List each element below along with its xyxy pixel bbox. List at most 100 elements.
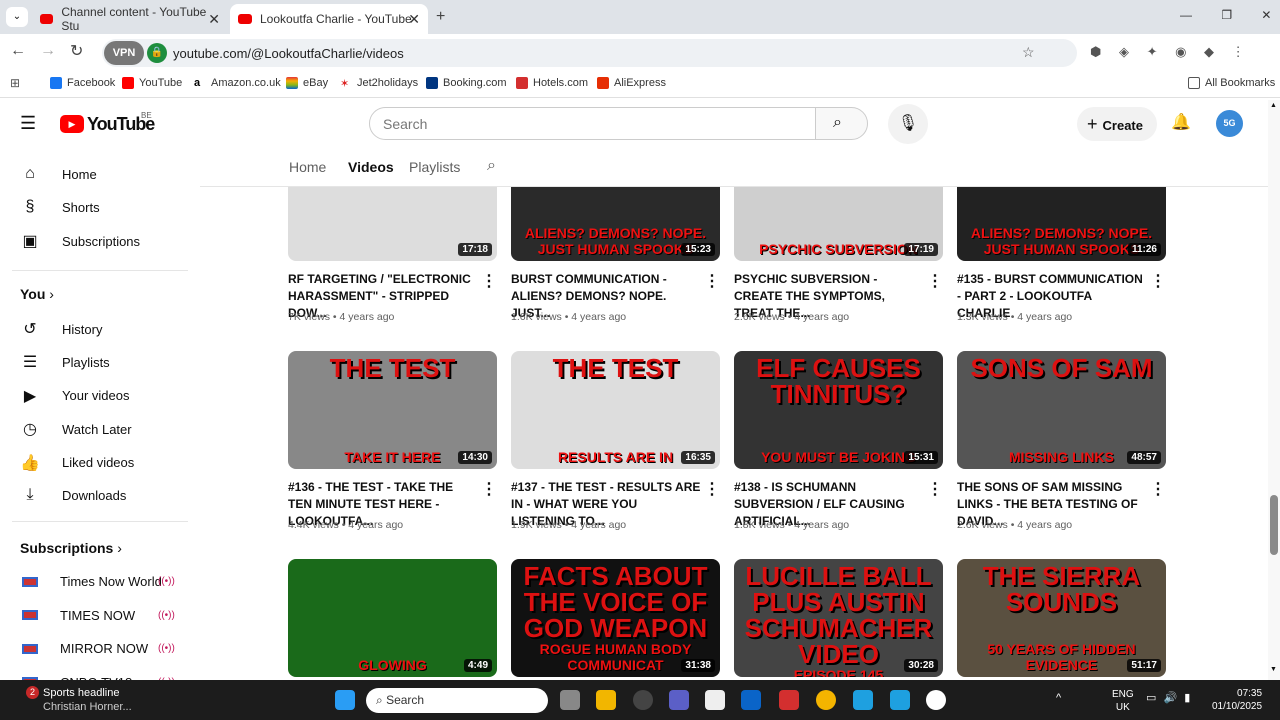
- lock-icon[interactable]: 🔒: [147, 43, 167, 63]
- vpn-badge[interactable]: VPN: [104, 41, 144, 65]
- store-icon[interactable]: [705, 690, 725, 710]
- news-title[interactable]: Sports headline: [43, 687, 119, 699]
- task-view-icon[interactable]: [560, 690, 580, 710]
- video-card[interactable]: ELF CAUSES TINNITUS? YOU MUST BE JOKING …: [734, 351, 943, 535]
- more-options-icon[interactable]: ⋮: [1150, 271, 1166, 291]
- tab-channel-content[interactable]: Channel content - YouTube Stu ✕: [32, 4, 228, 34]
- create-button[interactable]: + Create: [1077, 107, 1157, 141]
- duration-badge: 30:28: [904, 659, 938, 672]
- search-button[interactable]: ⌕: [815, 107, 868, 140]
- tab-home[interactable]: Home: [289, 159, 326, 175]
- tab-title: Lookoutfa Charlie - YouTube: [260, 12, 412, 26]
- bookmark-booking[interactable]: Booking.com: [426, 77, 507, 89]
- video-card[interactable]: FACTS ABOUT THE VOICE OF GOD WEAPON ROGU…: [511, 559, 720, 677]
- video-card[interactable]: SONS OF SAM MISSING LINKS 48:57 THE SONS…: [957, 351, 1166, 535]
- app-icon[interactable]: [633, 690, 653, 710]
- youtube-logo-icon[interactable]: ▶: [60, 115, 84, 133]
- tab-playlists[interactable]: Playlists: [409, 159, 460, 175]
- bookmark-jet2holidays[interactable]: ✶ Jet2holidays: [340, 77, 418, 90]
- video-thumbnail[interactable]: SONS OF SAM MISSING LINKS 48:57: [957, 351, 1166, 469]
- menu-icon[interactable]: ☰: [20, 113, 36, 134]
- video-thumbnail[interactable]: THE TEST TAKE IT HERE 14:30: [288, 351, 497, 469]
- video-card[interactable]: THE SIERRA SOUNDS 50 YEARS OF HIDDEN EVI…: [957, 559, 1166, 677]
- scroll-up-icon[interactable]: ▲: [1270, 102, 1277, 109]
- video-thumbnail[interactable]: FACTS ABOUT THE VOICE OF GOD WEAPON ROGU…: [511, 559, 720, 677]
- bookmark-ebay[interactable]: eBay: [286, 77, 328, 89]
- thumbnail-text: ELF CAUSES TINNITUS?: [756, 353, 921, 409]
- file-explorer-icon[interactable]: [596, 690, 616, 710]
- scrollbar-thumb[interactable]: [1270, 495, 1278, 555]
- bookmark-hotels[interactable]: Hotels.com: [516, 77, 588, 89]
- video-thumbnail[interactable]: ELF CAUSES TINNITUS? YOU MUST BE JOKING …: [734, 351, 943, 469]
- tab-videos[interactable]: Videos: [348, 159, 394, 175]
- more-options-icon[interactable]: ⋮: [704, 479, 720, 499]
- all-bookmarks[interactable]: All Bookmarks: [1188, 77, 1275, 89]
- more-options-icon[interactable]: ⋮: [704, 271, 720, 291]
- bookmark-amazon[interactable]: a Amazon.co.uk: [194, 77, 281, 89]
- thumbnail-text: THE SIERRA SOUNDS: [982, 561, 1141, 617]
- video-thumbnail[interactable]: GLOWING 4:49: [288, 559, 497, 677]
- video-meta: 2.6K views • 4 years ago: [734, 311, 850, 323]
- news-subtitle[interactable]: Christian Horner...: [43, 701, 132, 713]
- teams-icon[interactable]: [669, 690, 689, 710]
- app-icon[interactable]: [853, 690, 873, 710]
- facebook-icon: [50, 77, 62, 89]
- sidebar-item-label: Home: [62, 166, 97, 182]
- bookmark-label: Facebook: [67, 77, 116, 89]
- tab-lookoutfa-charlie[interactable]: Lookoutfa Charlie - YouTube ✕: [230, 4, 428, 34]
- more-options-icon[interactable]: ⋮: [1150, 479, 1166, 499]
- bookmark-label: eBay: [303, 77, 329, 89]
- scrollbar[interactable]: ▲ ▼: [1268, 100, 1280, 680]
- search-input[interactable]: Search: [369, 107, 816, 140]
- tray-icons[interactable]: ▭ 🔊 ▮: [1146, 691, 1190, 704]
- video-thumbnail[interactable]: THE SIERRA SOUNDS 50 YEARS OF HIDDEN EVI…: [957, 559, 1166, 677]
- video-card[interactable]: THE TEST TAKE IT HERE 14:30 #136 - THE T…: [288, 351, 497, 535]
- tab-search-button[interactable]: ⌄: [6, 7, 28, 27]
- thumbnail-caption: YOU MUST BE JOKING: [761, 449, 916, 465]
- back-icon[interactable]: ←: [10, 42, 26, 60]
- outlook-icon[interactable]: [741, 690, 761, 710]
- window-controls[interactable]: — ❐ ✕: [1180, 8, 1271, 22]
- chrome-icon[interactable]: [816, 690, 836, 710]
- sidebar-item-home[interactable]: ⌂ Home: [20, 165, 97, 183]
- microphone-icon[interactable]: 🎙: [888, 104, 928, 144]
- video-card[interactable]: GLOWING 4:49: [288, 559, 497, 677]
- bookmark-facebook[interactable]: Facebook: [50, 77, 115, 89]
- bookmark-aliexpress[interactable]: AliExpress: [597, 77, 666, 89]
- itunes-icon[interactable]: [926, 690, 946, 710]
- language-indicator[interactable]: ENG UK: [1112, 688, 1134, 714]
- avatar[interactable]: 5G: [1216, 110, 1243, 137]
- extension-icons[interactable]: ⬢ ◈ ✦ ◉ ◆ ⋮: [1090, 44, 1245, 60]
- amazon-icon: a: [194, 77, 206, 89]
- tray-chevron-icon[interactable]: ^: [1056, 692, 1061, 704]
- plus-icon: +: [1087, 114, 1103, 134]
- address-bar[interactable]: VPN 🔒 youtube.com/@LookoutfaCharlie/vide…: [102, 39, 1077, 67]
- scroll-down-icon[interactable]: ▼: [1270, 666, 1277, 673]
- more-options-icon[interactable]: ⋮: [481, 479, 497, 499]
- more-options-icon[interactable]: ⋮: [481, 271, 497, 291]
- close-tab-icon[interactable]: ✕: [408, 11, 420, 28]
- new-tab-button[interactable]: +: [436, 8, 445, 26]
- notifications-bell-icon[interactable]: 🔔: [1171, 112, 1191, 132]
- forward-icon[interactable]: →: [40, 42, 56, 60]
- video-card[interactable]: LUCILLE BALL PLUS AUSTIN SCHUMACHER VIDE…: [734, 559, 943, 677]
- bookmark-youtube[interactable]: YouTube: [122, 77, 182, 89]
- channel-search-icon[interactable]: ⌕: [487, 157, 496, 175]
- url-text[interactable]: youtube.com/@LookoutfaCharlie/videos: [173, 46, 404, 61]
- more-options-icon[interactable]: ⋮: [927, 271, 943, 291]
- clock[interactable]: 07:35 01/10/2025: [1212, 687, 1262, 713]
- aliexpress-icon: [597, 77, 609, 89]
- bookmark-star-icon[interactable]: ☆: [1022, 44, 1035, 61]
- video-thumbnail[interactable]: THE TEST RESULTS ARE IN 16:35: [511, 351, 720, 469]
- taskbar-search[interactable]: ⌕ Search: [366, 688, 548, 713]
- apps-grid-icon[interactable]: ⊞: [10, 76, 20, 90]
- windows-start-icon[interactable]: [335, 690, 355, 710]
- video-card[interactable]: THE TEST RESULTS ARE IN 16:35 #137 - THE…: [511, 351, 720, 535]
- more-options-icon[interactable]: ⋮: [927, 479, 943, 499]
- folder-icon: [1188, 77, 1200, 89]
- close-tab-icon[interactable]: ✕: [208, 11, 220, 28]
- security-app-icon[interactable]: [779, 690, 799, 710]
- reload-icon[interactable]: ↻: [70, 41, 83, 61]
- video-thumbnail[interactable]: LUCILLE BALL PLUS AUSTIN SCHUMACHER VIDE…: [734, 559, 943, 677]
- app-icon[interactable]: [890, 690, 910, 710]
